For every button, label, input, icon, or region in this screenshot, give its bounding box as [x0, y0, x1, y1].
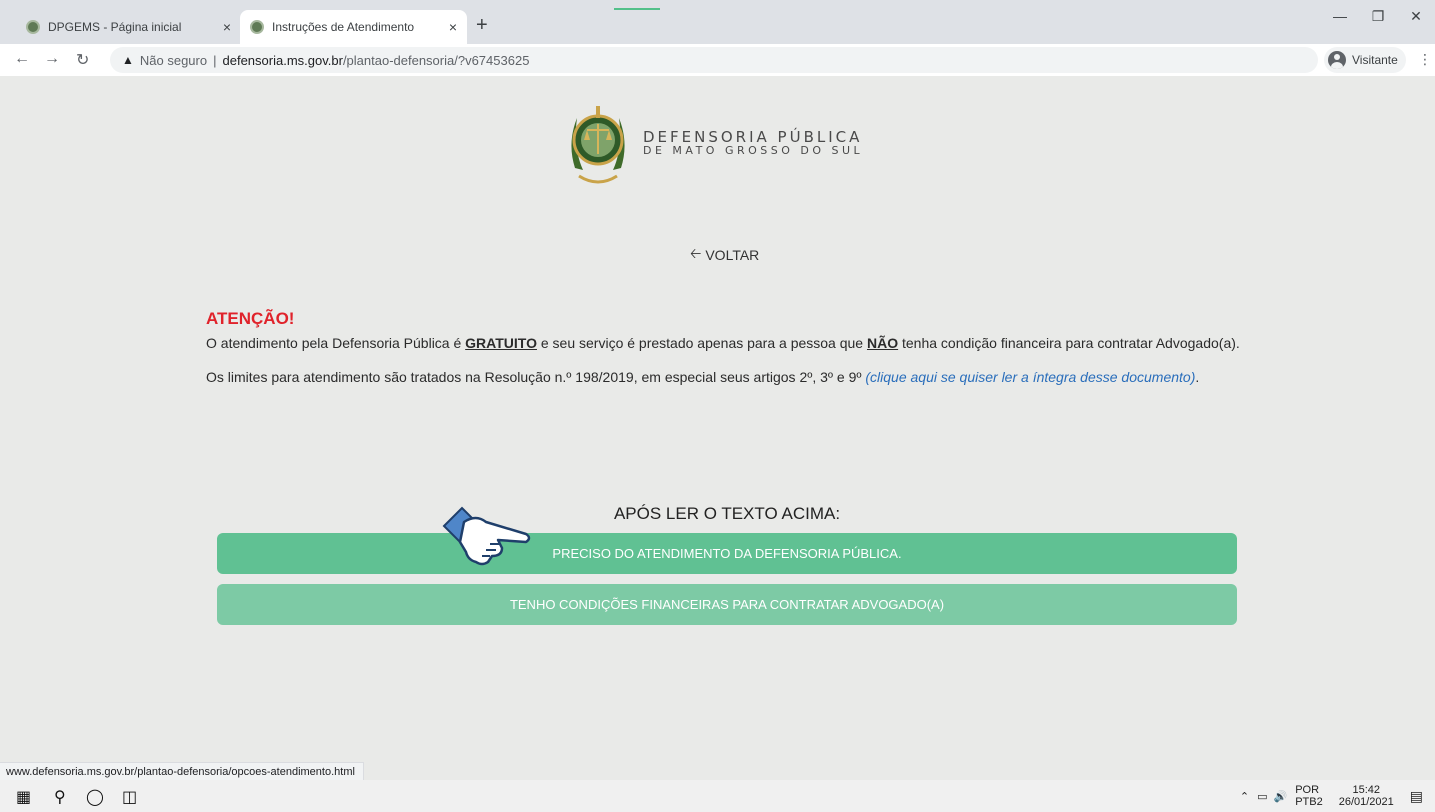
tab-title: DPGEMS - Página inicial	[48, 20, 182, 34]
notice-paragraph-2: Os limites para atendimento são tratados…	[206, 366, 1246, 388]
free-emphasis: GRATUITO	[465, 335, 537, 351]
clock-date: 26/01/2021	[1338, 796, 1394, 808]
need-assistance-label: PRECISO DO ATENDIMENTO DA DEFENSORIA PÚB…	[552, 546, 902, 561]
instruction-heading: APÓS LER O TEXTO ACIMA:	[613, 504, 841, 523]
notice-paragraph-1: O atendimento pela Defensoria Pública é …	[206, 332, 1246, 354]
back-link-label: VOLTAR	[705, 247, 760, 263]
notice-text: Os limites para atendimento são tratados…	[206, 369, 866, 385]
close-tab-icon[interactable]: ×	[449, 19, 457, 35]
site-logo[interactable]: DEFENSORIA PÚBLICA DE MATO GROSSO DO SUL	[565, 98, 863, 188]
notice-text: e seu serviço é prestado apenas para a p…	[536, 335, 867, 351]
tab-instrucoes[interactable]: Instruções de Atendimento ×	[240, 10, 467, 44]
back-link[interactable]: 🡠 VOLTAR	[690, 243, 759, 267]
chevron-up-icon[interactable]: ⌃	[1240, 790, 1249, 803]
security-label[interactable]: Não seguro	[140, 53, 207, 68]
arrow-left-icon: 🡠	[690, 245, 702, 261]
page-content: DEFENSORIA PÚBLICA DE MATO GROSSO DO SUL…	[0, 76, 1435, 782]
battery-icon[interactable]: ▭	[1257, 790, 1267, 803]
can-afford-lawyer-button[interactable]: TENHO CONDIÇÕES FINANCEIRAS PARA CONTRAT…	[217, 584, 1237, 625]
tab-strip-accent	[614, 8, 660, 10]
clock-time: 15:42	[1352, 784, 1380, 796]
tab-bar: DPGEMS - Página inicial × Instruções de …	[0, 0, 1435, 44]
need-assistance-button[interactable]: PRECISO DO ATENDIMENTO DA DEFENSORIA PÚB…	[217, 533, 1237, 574]
reload-icon[interactable]: ↻	[76, 50, 89, 70]
taskbar: ▦ ⚲ ◯ ◫ ⌃ ▭ 🔊 POR PTB2 15:42 26/01/2021 …	[0, 780, 1435, 812]
attention-heading: ATENÇÃO!	[206, 309, 295, 328]
tab-dpgems[interactable]: DPGEMS - Página inicial ×	[16, 10, 241, 44]
can-afford-lawyer-label: TENHO CONDIÇÕES FINANCEIRAS PARA CONTRAT…	[509, 597, 945, 612]
logo-line-1: DEFENSORIA PÚBLICA	[643, 127, 863, 146]
minimize-icon[interactable]: —	[1321, 8, 1359, 25]
not-emphasis: NÃO	[866, 335, 899, 351]
notification-icon[interactable]: ▤	[1410, 788, 1423, 805]
logo-line-2: DE MATO GROSSO DO SUL	[643, 143, 864, 157]
profile-button[interactable]: Visitante	[1324, 47, 1406, 73]
keyboard-layout: PTB2	[1295, 796, 1323, 808]
new-tab-button[interactable]: +	[476, 14, 488, 37]
forward-arrow-icon[interactable]: →	[44, 50, 60, 68]
windows-start-icon[interactable]: ▦	[16, 787, 31, 807]
tab-title: Instruções de Atendimento	[272, 20, 415, 34]
notice-section: ATENÇÃO! O atendimento pela Defensoria P…	[206, 308, 1246, 400]
notice-text: O atendimento pela Defensoria Pública é	[206, 335, 466, 351]
notice-text: tenha condição financeira para contratar…	[898, 335, 1240, 351]
clock[interactable]: 15:42 26/01/2021	[1339, 784, 1394, 808]
favicon-icon	[26, 20, 40, 34]
close-tab-icon[interactable]: ×	[223, 19, 231, 35]
url-separator: |	[213, 52, 217, 68]
resolution-document-link[interactable]: (clique aqui se quiser ler a íntegra des…	[865, 369, 1195, 385]
back-arrow-icon[interactable]: ←	[14, 50, 30, 68]
favicon-icon	[250, 20, 264, 34]
address-bar: ← → ↻ ▲ Não seguro | defensoria.ms.gov.b…	[0, 44, 1435, 77]
warning-icon[interactable]: ▲	[122, 53, 134, 67]
close-window-icon[interactable]: ✕	[1397, 8, 1435, 25]
system-tray: ⌃ ▭ 🔊 POR PTB2 15:42 26/01/2021 ▤	[1240, 780, 1435, 812]
window-controls: — ❐ ✕	[1321, 8, 1435, 25]
url-domain: defensoria.ms.gov.br	[222, 52, 343, 68]
crest-icon	[571, 106, 625, 184]
speaker-icon[interactable]: 🔊	[1273, 790, 1287, 803]
cortana-icon[interactable]: ◯	[86, 787, 104, 807]
notice-text: .	[1195, 369, 1200, 385]
task-view-icon[interactable]: ◫	[122, 787, 137, 807]
search-icon[interactable]: ⚲	[54, 787, 66, 807]
url-input[interactable]: ▲ Não seguro | defensoria.ms.gov.br/plan…	[110, 47, 1318, 73]
status-bar-url: www.defensoria.ms.gov.br/plantao-defenso…	[0, 762, 364, 782]
language-code: POR	[1295, 784, 1320, 796]
profile-label: Visitante	[1352, 53, 1398, 67]
avatar-icon	[1328, 51, 1346, 69]
pointing-hand-icon	[442, 506, 531, 566]
url-path: /plantao-defensoria/?v67453625	[342, 52, 530, 68]
logo-text: DEFENSORIA PÚBLICA DE MATO GROSSO DO SUL	[643, 127, 864, 157]
menu-icon[interactable]: ⋮	[1418, 51, 1432, 68]
maximize-icon[interactable]: ❐	[1359, 8, 1397, 25]
language-indicator[interactable]: POR PTB2	[1295, 784, 1323, 808]
